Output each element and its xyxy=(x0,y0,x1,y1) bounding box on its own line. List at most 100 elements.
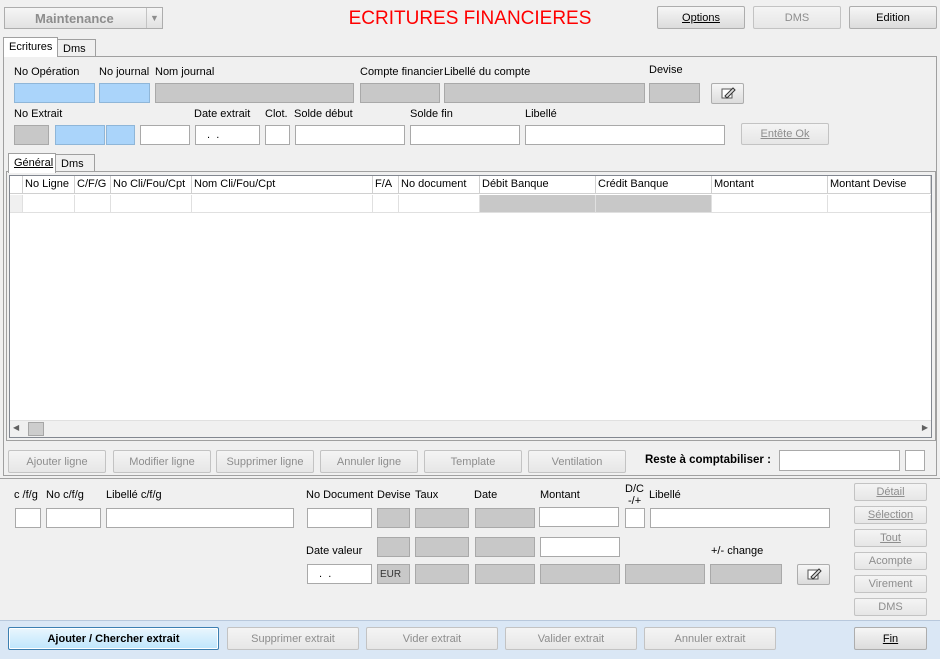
dc-field[interactable] xyxy=(625,508,645,528)
divider xyxy=(0,478,940,479)
no-cfg-field[interactable] xyxy=(46,508,101,528)
cell[interactable] xyxy=(111,195,192,213)
date-extrait-field[interactable]: . . xyxy=(195,125,260,145)
no-journal-field[interactable] xyxy=(99,83,150,103)
vider-extrait-button[interactable]: Vider extrait xyxy=(366,627,498,650)
virement-button[interactable]: Virement xyxy=(854,575,927,593)
libelle-field[interactable] xyxy=(525,125,725,145)
col-no-cli[interactable]: No Cli/Fou/Cpt xyxy=(111,176,192,194)
nom-journal-label: Nom journal xyxy=(155,66,215,78)
date-row3-field xyxy=(475,564,535,584)
no-operation-field[interactable] xyxy=(14,83,95,103)
libelle-cfg-field[interactable] xyxy=(106,508,294,528)
solde-fin-field[interactable] xyxy=(410,125,520,145)
cell[interactable] xyxy=(596,195,712,213)
col-montant-devise[interactable]: Montant Devise xyxy=(828,176,931,194)
row-selector[interactable] xyxy=(10,195,23,213)
date-extrait-label: Date extrait xyxy=(194,108,251,120)
template-button[interactable]: Template xyxy=(424,450,522,473)
fin-button[interactable]: Fin xyxy=(854,627,927,650)
chevron-down-icon: ▼ xyxy=(146,8,162,28)
cell[interactable] xyxy=(712,195,828,213)
libelle-compte-label: Libellé du compte xyxy=(444,66,531,78)
no-extrait-suffix-field[interactable] xyxy=(106,125,135,145)
libelle-detail-field[interactable] xyxy=(650,508,830,528)
cfg-field[interactable] xyxy=(15,508,41,528)
taux-label: Taux xyxy=(415,489,439,501)
no-document-field[interactable] xyxy=(307,508,372,528)
scroll-thumb[interactable] xyxy=(28,422,44,436)
col-credit-banque[interactable]: Crédit Banque xyxy=(596,176,712,194)
date-valeur-field[interactable]: . . xyxy=(307,564,372,584)
tab-ecritures[interactable]: Ecritures xyxy=(3,37,58,57)
compte-financier-label: Compte financier xyxy=(360,66,444,78)
supprimer-ligne-button[interactable]: Supprimer ligne xyxy=(216,450,314,473)
ventilation-button[interactable]: Ventilation xyxy=(528,450,626,473)
ajouter-chercher-extrait-button[interactable]: Ajouter / Chercher extrait xyxy=(8,627,219,650)
change-field xyxy=(710,564,782,584)
date-row2-field xyxy=(475,537,535,557)
cell[interactable] xyxy=(373,195,399,213)
devise-detail-field xyxy=(377,508,410,528)
col-fa[interactable]: F/A xyxy=(373,176,399,194)
no-operation-label: No Opération xyxy=(14,66,80,78)
tout-button[interactable]: Tout xyxy=(854,529,927,547)
edition-button[interactable]: Edition xyxy=(849,6,937,29)
montant-row2-field[interactable] xyxy=(540,537,620,557)
montant-row3-field xyxy=(540,564,620,584)
lines-grid[interactable]: No Ligne C/F/G No Cli/Fou/Cpt Nom Cli/Fo… xyxy=(9,175,932,438)
detail-button[interactable]: Détail xyxy=(854,483,927,501)
cell[interactable] xyxy=(480,195,596,213)
extrait-extra-field[interactable] xyxy=(140,125,190,145)
edit-note-icon[interactable] xyxy=(797,564,830,585)
cfg-label: c /f/g xyxy=(14,489,38,501)
annuler-ligne-button[interactable]: Annuler ligne xyxy=(320,450,418,473)
cell[interactable] xyxy=(23,195,75,213)
cell[interactable] xyxy=(75,195,111,213)
tab-dms-sub[interactable]: Dms xyxy=(55,154,95,172)
montant-field[interactable] xyxy=(539,507,619,527)
reste-field xyxy=(779,450,900,471)
solde-debut-field[interactable] xyxy=(295,125,405,145)
acompte-button[interactable]: Acompte xyxy=(854,552,927,570)
montant-label: Montant xyxy=(540,489,580,501)
ajouter-ligne-button[interactable]: Ajouter ligne xyxy=(8,450,106,473)
scroll-right-icon[interactable]: ▶ xyxy=(922,423,928,432)
col-montant[interactable]: Montant xyxy=(712,176,828,194)
dms-button[interactable]: DMS xyxy=(753,6,841,29)
devise-field xyxy=(649,83,700,103)
tab-general[interactable]: Général xyxy=(8,153,56,173)
devise-row2-field xyxy=(377,537,410,557)
libelle-compte-field xyxy=(444,83,645,103)
clot-field[interactable] xyxy=(265,125,290,145)
col-no-ligne[interactable]: No Ligne xyxy=(23,176,75,194)
annuler-extrait-button[interactable]: Annuler extrait xyxy=(644,627,776,650)
selection-button[interactable]: Sélection xyxy=(854,506,927,524)
libelle-detail-label: Libellé xyxy=(649,489,681,501)
reste-label: Reste à comptabiliser : xyxy=(645,454,771,466)
modifier-ligne-button[interactable]: Modifier ligne xyxy=(113,450,211,473)
col-nom-cli[interactable]: Nom Cli/Fou/Cpt xyxy=(192,176,373,194)
module-select-value: Maintenance xyxy=(35,11,114,26)
cell[interactable] xyxy=(828,195,931,213)
taux-field xyxy=(415,508,469,528)
col-debit-banque[interactable]: Débit Banque xyxy=(480,176,596,194)
edit-note-icon[interactable] xyxy=(711,83,744,104)
dc2-label: -/+ xyxy=(628,495,642,507)
col-cfg[interactable]: C/F/G xyxy=(75,176,111,194)
dms-side-button[interactable]: DMS xyxy=(854,598,927,616)
entete-ok-button[interactable]: Entête Ok xyxy=(741,123,829,145)
options-button[interactable]: Options xyxy=(657,6,745,29)
cell[interactable] xyxy=(192,195,373,213)
cell[interactable] xyxy=(399,195,480,213)
no-extrait-field[interactable] xyxy=(55,125,105,145)
tab-dms-top[interactable]: Dms xyxy=(57,39,96,57)
module-select[interactable]: Maintenance ▼ xyxy=(4,7,163,29)
col-no-document[interactable]: No document xyxy=(399,176,480,194)
valider-extrait-button[interactable]: Valider extrait xyxy=(505,627,637,650)
reste-extra-field xyxy=(905,450,925,471)
scroll-left-icon[interactable]: ◀ xyxy=(13,423,19,432)
horizontal-scrollbar[interactable]: ◀ ▶ xyxy=(10,420,931,437)
supprimer-extrait-button[interactable]: Supprimer extrait xyxy=(227,627,359,650)
date-label: Date xyxy=(474,489,498,501)
